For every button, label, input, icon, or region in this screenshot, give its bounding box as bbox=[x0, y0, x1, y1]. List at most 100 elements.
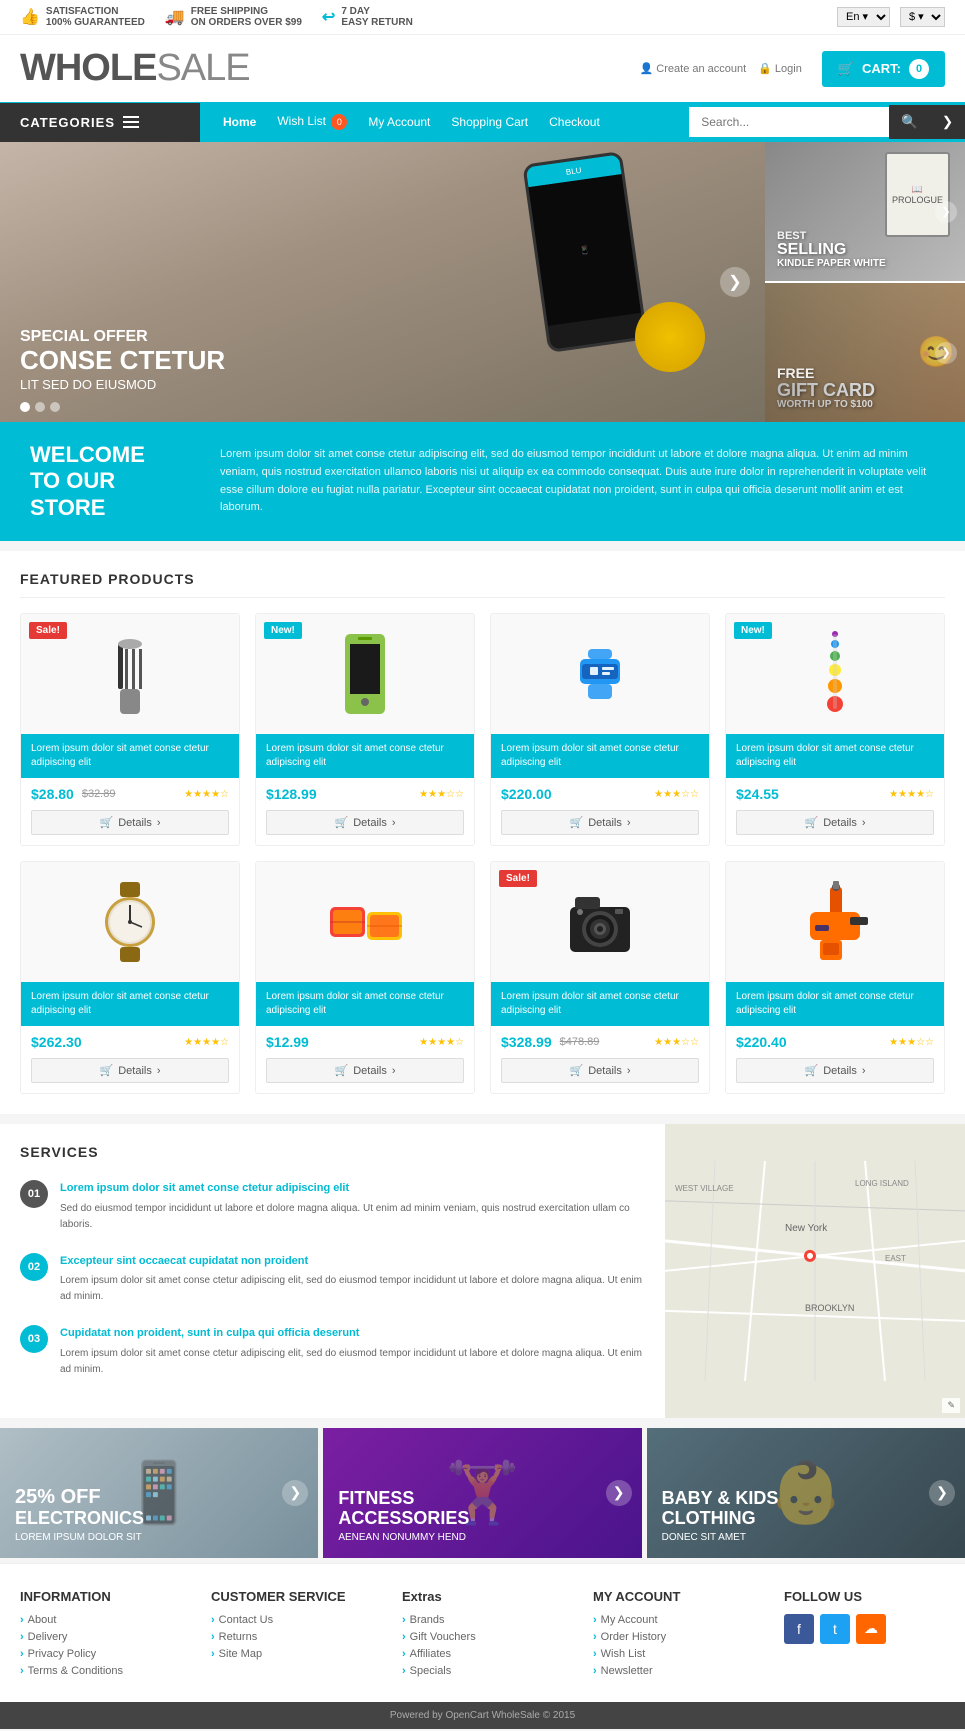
orderhistory-link[interactable]: Order History bbox=[593, 1631, 754, 1643]
wishlist-link[interactable]: Wish List bbox=[593, 1648, 754, 1660]
header: WHOLESALE 👤 Create an account 🔒 Login 🛒 … bbox=[0, 35, 965, 102]
nav-bar: CATEGORIES Home Wish List 0 My Account S… bbox=[0, 102, 965, 142]
affiliates-link[interactable]: Affiliates bbox=[402, 1648, 563, 1660]
search-input[interactable] bbox=[689, 107, 889, 137]
dot-1[interactable] bbox=[20, 402, 30, 412]
terms-link[interactable]: Terms & Conditions bbox=[20, 1665, 181, 1677]
promo-banner-electronics[interactable]: 📱 25% OFF ELECTRONICS LOREM IPSUM DOLOR … bbox=[0, 1428, 318, 1558]
featured-title: FEATURED PRODUCTS bbox=[20, 571, 945, 598]
rss-icon[interactable]: ☁ bbox=[856, 1614, 886, 1644]
details-button-4[interactable]: 🛒 Details › bbox=[736, 810, 934, 835]
product-actions-1: 🛒 Details › bbox=[21, 810, 239, 845]
twitter-icon[interactable]: t bbox=[820, 1614, 850, 1644]
watch-svg bbox=[90, 877, 170, 967]
side-arrow-2[interactable]: ❯ bbox=[935, 342, 957, 364]
product-info-4: Lorem ipsum dolor sit amet conse ctetur … bbox=[726, 734, 944, 778]
promo-arrow-1[interactable]: ❯ bbox=[282, 1480, 308, 1506]
details-button-7[interactable]: 🛒 Details › bbox=[501, 1058, 699, 1083]
newsletter-link[interactable]: Newsletter bbox=[593, 1665, 754, 1677]
products-grid: Sale! Lorem ipsum dolor sit amet conse c… bbox=[20, 613, 945, 1094]
service-num-2: 02 bbox=[20, 1253, 48, 1281]
product-card-5: Lorem ipsum dolor sit amet conse ctetur … bbox=[20, 861, 240, 1094]
promo-arrow-2[interactable]: ❯ bbox=[606, 1480, 632, 1506]
footer-link-delivery: Delivery bbox=[20, 1631, 181, 1643]
dot-2[interactable] bbox=[35, 402, 45, 412]
hero-side-kindle[interactable]: 📖PROLOGUE BEST SELLING KINDLE PAPER WHIT… bbox=[765, 142, 965, 283]
header-right: 👤 Create an account 🔒 Login 🛒 CART: 0 bbox=[640, 51, 945, 87]
nav-wishlist[interactable]: Wish List 0 bbox=[269, 102, 355, 142]
product-actions-3: 🛒 Details › bbox=[491, 810, 709, 845]
cart-button[interactable]: 🛒 CART: 0 bbox=[822, 51, 945, 87]
vouchers-link[interactable]: Gift Vouchers bbox=[402, 1631, 563, 1643]
hero-next-arrow[interactable]: ❯ bbox=[720, 267, 750, 297]
services-title: SERVICES bbox=[20, 1144, 645, 1160]
myaccount-link[interactable]: My Account bbox=[593, 1614, 754, 1626]
footer-link-affiliates: Affiliates bbox=[402, 1648, 563, 1660]
hero-side-text-1: BEST SELLING KINDLE PAPER WHITE bbox=[777, 230, 886, 269]
phone-svg bbox=[330, 629, 400, 719]
currency-select[interactable]: $ ▾ bbox=[900, 7, 945, 27]
facebook-icon[interactable]: f bbox=[784, 1614, 814, 1644]
service-num-1: 01 bbox=[20, 1180, 48, 1208]
feature2-line1: FREE SHIPPING bbox=[191, 6, 302, 17]
welcome-banner: WELCOME TO OUR STORE Lorem ipsum dolor s… bbox=[0, 422, 965, 541]
nav-home[interactable]: Home bbox=[215, 103, 264, 141]
user-icon: 👤 bbox=[640, 62, 654, 75]
login-link[interactable]: 🔒 Login bbox=[758, 62, 802, 75]
hero-side-gift[interactable]: 😊 FREE GIFT CARD WORTH UP TO $100 ❯ bbox=[765, 283, 965, 422]
details-button-2[interactable]: 🛒 Details › bbox=[266, 810, 464, 835]
details-button-3[interactable]: 🛒 Details › bbox=[501, 810, 699, 835]
kindle-image: 📖PROLOGUE bbox=[885, 152, 950, 237]
details-button-5[interactable]: 🛒 Details › bbox=[31, 1058, 229, 1083]
feature-shipping: 🚚 FREE SHIPPING ON ORDERS OVER $99 bbox=[165, 6, 302, 28]
footer-col-3-heading: Extras bbox=[402, 1589, 563, 1604]
delivery-link[interactable]: Delivery bbox=[20, 1631, 181, 1643]
logo-part2: SALE bbox=[156, 47, 249, 89]
create-account-link[interactable]: 👤 Create an account bbox=[640, 62, 747, 75]
promo-text-2: FITNESS ACCESSORIES AENEAN NONUMMY HEND bbox=[338, 1489, 469, 1543]
returns-link[interactable]: Returns bbox=[211, 1631, 372, 1643]
product-img-8 bbox=[726, 862, 944, 982]
details-button-6[interactable]: 🛒 Details › bbox=[266, 1058, 464, 1083]
categories-button[interactable]: CATEGORIES bbox=[0, 103, 200, 142]
pillows-svg bbox=[325, 877, 405, 967]
search-button[interactable]: 🔍 bbox=[889, 105, 930, 139]
promo-banner-kids[interactable]: 👶 BABY & KIDS CLOTHING DONEC SIT AMET ❯ bbox=[647, 1428, 965, 1558]
footer: INFORMATION About Delivery Privacy Polic… bbox=[0, 1563, 965, 1729]
product-info-5: Lorem ipsum dolor sit amet conse ctetur … bbox=[21, 982, 239, 1026]
product-pricing-7: $328.99 $478.89 ★★★☆☆ bbox=[491, 1026, 709, 1058]
footer-link-orderhistory: Order History bbox=[593, 1631, 754, 1643]
product-pricing-8: $220.40 ★★★☆☆ bbox=[726, 1026, 944, 1058]
privacy-link[interactable]: Privacy Policy bbox=[20, 1648, 181, 1660]
promo-banners: 📱 25% OFF ELECTRONICS LOREM IPSUM DOLOR … bbox=[0, 1428, 965, 1558]
feature3-line2: EASY RETURN bbox=[341, 17, 413, 28]
svg-text:New York: New York bbox=[785, 1223, 828, 1234]
side-arrow-1[interactable]: ❯ bbox=[935, 201, 957, 223]
nav-search: 🔍 ❯ bbox=[689, 105, 965, 139]
promo-arrow-3[interactable]: ❯ bbox=[929, 1480, 955, 1506]
nav-action-button[interactable]: ❯ bbox=[930, 105, 965, 139]
footer-col-1-heading: INFORMATION bbox=[20, 1589, 181, 1604]
footer-link-wishlist: Wish List bbox=[593, 1648, 754, 1660]
footer-col-4-links: My Account Order History Wish List Newsl… bbox=[593, 1614, 754, 1677]
sitemap-link[interactable]: Site Map bbox=[211, 1648, 372, 1660]
product-info-3: Lorem ipsum dolor sit amet conse ctetur … bbox=[491, 734, 709, 778]
about-link[interactable]: About bbox=[20, 1614, 181, 1626]
nav-cart[interactable]: Shopping Cart bbox=[443, 103, 536, 141]
svg-text:EAST: EAST bbox=[885, 1254, 906, 1263]
cart-icon: 🛒 bbox=[838, 61, 854, 77]
nav-account[interactable]: My Account bbox=[360, 103, 438, 141]
product-img-3 bbox=[491, 614, 709, 734]
service-item-1: 01 Lorem ipsum dolor sit amet conse ctet… bbox=[20, 1180, 645, 1233]
brands-link[interactable]: Brands bbox=[402, 1614, 563, 1626]
details-button-8[interactable]: 🛒 Details › bbox=[736, 1058, 934, 1083]
nav-checkout[interactable]: Checkout bbox=[541, 103, 608, 141]
hero-main: BLU 📱 SPECIAL OFFER CONSE CTETUR LIT SED… bbox=[0, 142, 765, 422]
footer-col-extras: Extras Brands Gift Vouchers Affiliates S… bbox=[402, 1589, 563, 1682]
details-button-1[interactable]: 🛒 Details › bbox=[31, 810, 229, 835]
specials-link[interactable]: Specials bbox=[402, 1665, 563, 1677]
language-select[interactable]: En ▾ bbox=[837, 7, 890, 27]
promo-banner-fitness[interactable]: 🏋️ FITNESS ACCESSORIES AENEAN NONUMMY HE… bbox=[323, 1428, 641, 1558]
dot-3[interactable] bbox=[50, 402, 60, 412]
contact-link[interactable]: Contact Us bbox=[211, 1614, 372, 1626]
